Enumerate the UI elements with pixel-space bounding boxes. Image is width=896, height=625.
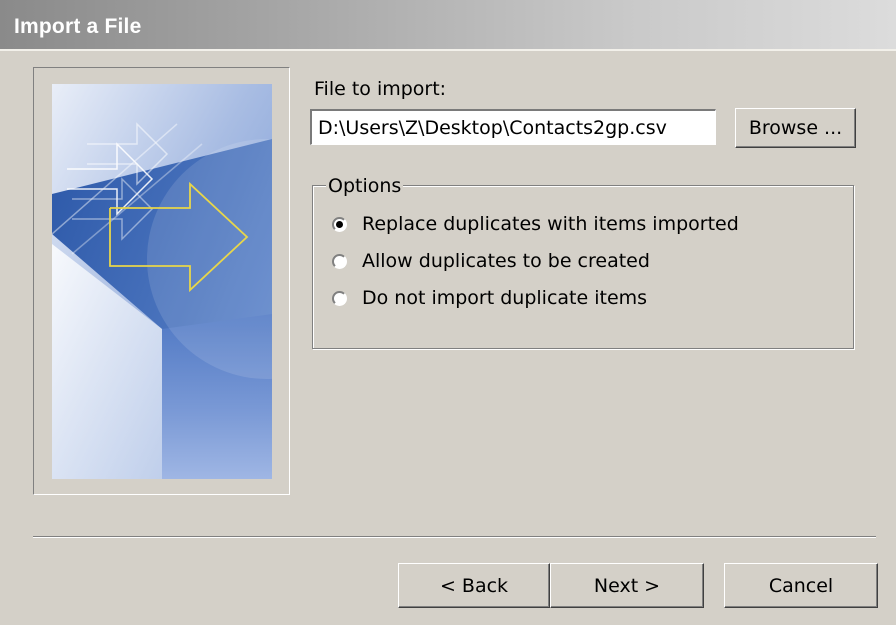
back-button[interactable]: < Back: [398, 563, 550, 608]
file-to-import-label: File to import:: [314, 78, 447, 100]
radio-button[interactable]: [332, 290, 347, 306]
file-path-field[interactable]: [310, 109, 716, 145]
radio-label: Do not import duplicate items: [362, 287, 648, 309]
radio-button[interactable]: [332, 253, 347, 269]
radio-do-not-import-duplicates[interactable]: Do not import duplicate items: [332, 285, 647, 311]
footer-separator: [33, 536, 876, 538]
browse-button[interactable]: Browse ...: [735, 108, 856, 148]
radio-label: Allow duplicates to be created: [362, 250, 650, 272]
radio-replace-duplicates[interactable]: Replace duplicates with items imported: [332, 211, 739, 237]
import-file-dialog: Import a File File to import: D:\Users\Z…: [0, 0, 896, 625]
next-button[interactable]: Next >: [550, 563, 704, 608]
radio-label: Replace duplicates with items imported: [362, 213, 739, 235]
import-arrows-illustration-icon: [52, 84, 272, 479]
radio-button[interactable]: [332, 216, 347, 232]
radio-allow-duplicates[interactable]: Allow duplicates to be created: [332, 248, 650, 274]
title-bar: Import a File: [0, 0, 896, 51]
options-legend: Options: [326, 175, 404, 197]
cancel-button[interactable]: Cancel: [724, 563, 878, 608]
wizard-image-frame: [33, 67, 290, 495]
dialog-title: Import a File: [14, 15, 142, 38]
